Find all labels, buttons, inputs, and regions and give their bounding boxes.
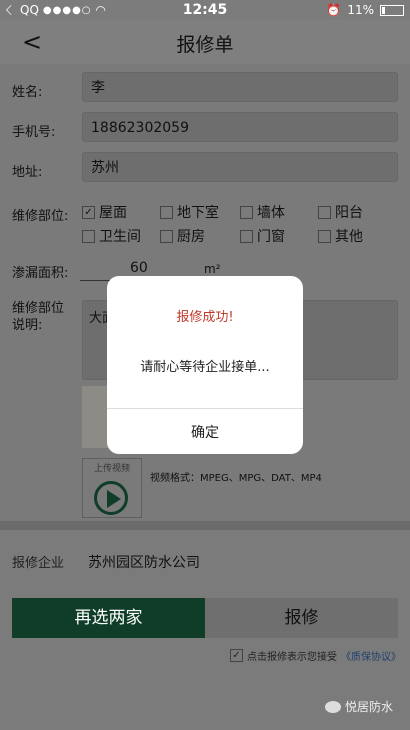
dialog-divider [107, 408, 303, 409]
agreement-checkbox-icon[interactable]: ✓ [230, 649, 243, 662]
area-unit: m² [204, 262, 221, 276]
part-checkbox-balcony[interactable]: 阳台 [318, 202, 363, 222]
part-label: 屋面 [99, 205, 127, 221]
dialog-confirm-button[interactable]: 确定 [107, 422, 303, 442]
upload-video-label: 上传视频 [93, 464, 130, 474]
part-label: 阳台 [335, 205, 363, 221]
part-checkbox-roof[interactable]: ✓ 屋面 [82, 202, 127, 222]
checkbox-icon[interactable] [160, 229, 173, 243]
company-row: 报修企业 苏州园区防水公司 [0, 530, 410, 588]
part-checkbox-doors-windows[interactable]: 门窗 [240, 226, 285, 246]
agreement-text: 点击报修表示您接受 [247, 652, 337, 663]
agreement-link[interactable]: 《质保协议》 [341, 648, 401, 663]
checkbox-icon[interactable] [318, 229, 331, 243]
part-label: 门窗 [257, 229, 285, 245]
part-label: 其他 [335, 229, 363, 245]
checkbox-icon[interactable] [240, 205, 253, 219]
battery-percent: 11% [347, 3, 374, 17]
success-dialog: 报修成功! 请耐心等待企业接单... 确定 [107, 276, 303, 454]
name-field[interactable]: 李 [82, 72, 398, 102]
address-field[interactable]: 苏州 [82, 152, 398, 182]
watermark-text: 悦居防水 [345, 700, 394, 714]
agreement-row: ✓ 点击报修表示您接受 《质保协议》 [230, 648, 401, 663]
part-checkbox-basement[interactable]: 地下室 [160, 202, 219, 222]
part-checkbox-bathroom[interactable]: 卫生间 [82, 226, 141, 246]
dialog-title: 报修成功! [176, 310, 234, 325]
wechat-icon [325, 700, 341, 713]
part-checkbox-other[interactable]: 其他 [318, 226, 363, 246]
upload-video-button[interactable]: 上传视频 [82, 458, 142, 518]
part-label: 墙体 [257, 205, 285, 221]
dialog-message: 请耐心等待企业接单... [140, 360, 270, 375]
part-label: 卫生间 [99, 229, 141, 245]
status-right: ⏰ 11% [326, 3, 404, 17]
bottom-actions: 再选两家 报修 ✓ 点击报修表示您接受 《质保协议》 悦居防水 [0, 588, 410, 730]
part-checkbox-wall[interactable]: 墙体 [240, 202, 285, 222]
status-bar: QQ ●●●●○ ◠ 12:45 ⏰ 11% [0, 0, 410, 20]
watermark: 悦居防水 [325, 698, 393, 715]
navbar: < 报修单 [0, 20, 410, 64]
checkbox-icon[interactable] [82, 229, 95, 243]
page-title: 报修单 [176, 34, 234, 56]
phone-field[interactable]: 18862302059 [82, 112, 398, 142]
reselect-button[interactable]: 再选两家 [12, 598, 205, 638]
battery-icon [380, 4, 404, 16]
phone-label: 手机号: [12, 125, 56, 140]
part-label: 厨房 [177, 229, 205, 245]
alarm-icon: ⏰ [326, 3, 342, 17]
part-checkbox-kitchen[interactable]: 厨房 [160, 226, 205, 246]
checkbox-icon[interactable] [318, 205, 331, 219]
checkbox-icon[interactable] [160, 205, 173, 219]
description-label: 维修部位说明: [12, 301, 65, 333]
submit-repair-button[interactable]: 报修 [205, 598, 398, 638]
checkbox-checked-icon[interactable]: ✓ [82, 205, 95, 219]
name-label: 姓名: [12, 85, 43, 100]
part-label: 地下室 [177, 205, 219, 221]
company-value: 苏州园区防水公司 [88, 555, 200, 571]
checkbox-icon[interactable] [240, 229, 253, 243]
video-format-hint: 视频格式：MPEG、MPG、DAT、MP4 [150, 473, 322, 484]
address-label: 地址: [12, 165, 43, 180]
play-icon[interactable] [94, 481, 128, 515]
area-label: 渗漏面积: [12, 266, 69, 281]
area-input[interactable]: 60 [130, 260, 148, 276]
company-label: 报修企业 [12, 556, 65, 571]
repair-part-label: 维修部位: [12, 209, 69, 224]
